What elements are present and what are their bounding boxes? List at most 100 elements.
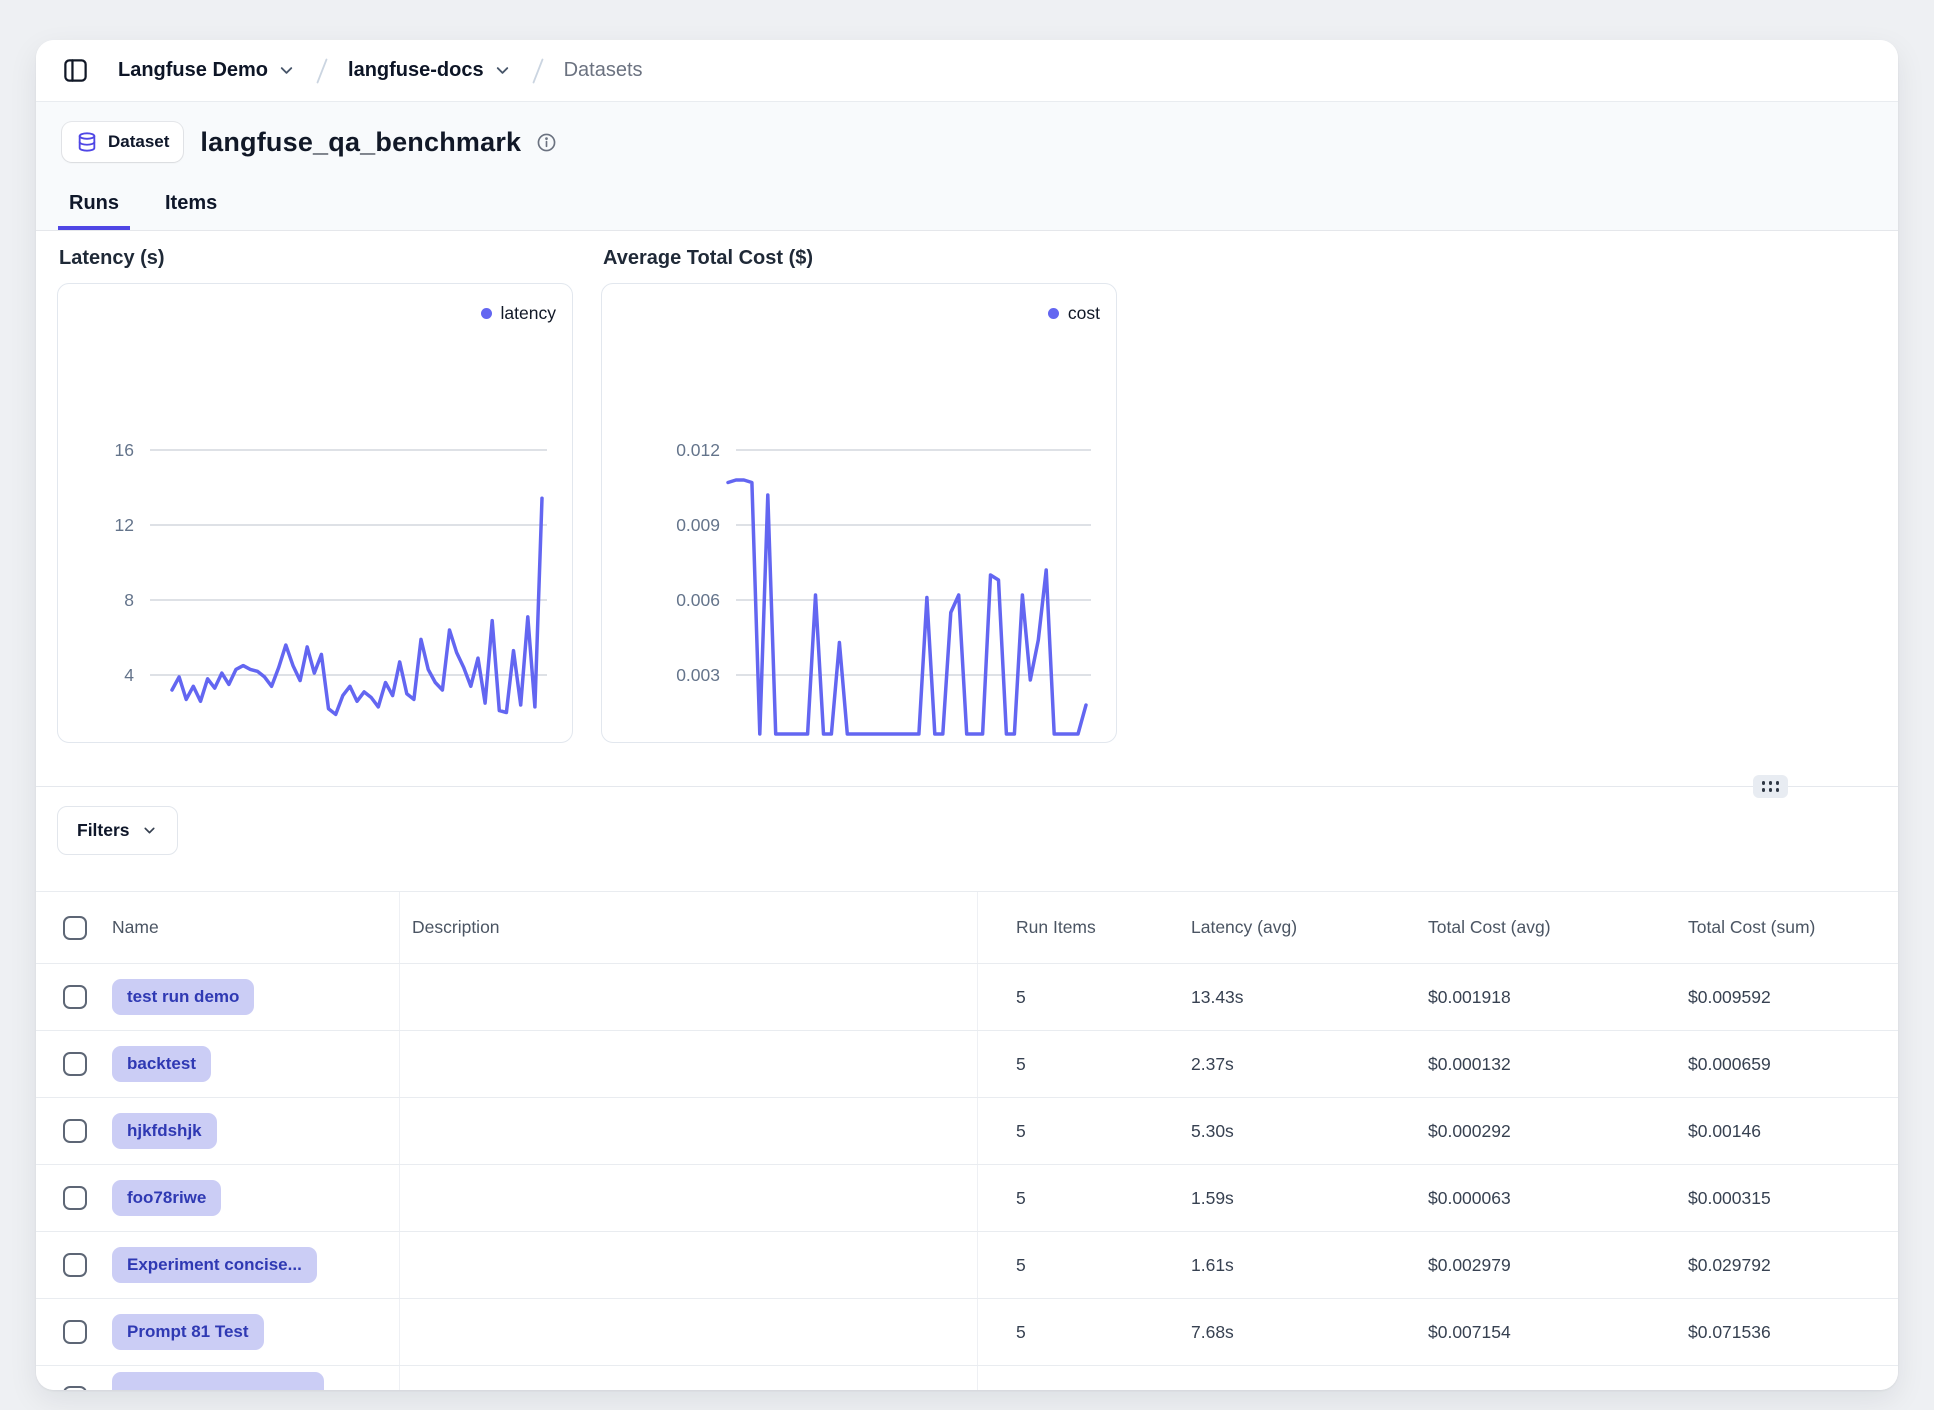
page-label: Datasets: [564, 59, 643, 82]
table-row: test run demo513.43s$0.001918$0.009592: [36, 964, 1898, 1031]
total-cost-avg-cell: $0.000292: [1390, 1098, 1660, 1164]
runs-table: Name Description Run Items Latency (avg)…: [36, 891, 1898, 1390]
row-checkbox[interactable]: [63, 1386, 87, 1390]
row-checkbox[interactable]: [63, 1320, 87, 1344]
breadcrumb-organization[interactable]: Langfuse Demo: [118, 59, 296, 82]
chevron-down-icon: [493, 61, 512, 80]
row-checkbox[interactable]: [63, 985, 87, 1009]
organization-label: Langfuse Demo: [118, 59, 268, 82]
run-items-cell: 5: [978, 1165, 1154, 1231]
filters-button[interactable]: Filters: [57, 806, 178, 855]
total-cost-sum-cell: $0.000659: [1660, 1031, 1898, 1097]
column-header-total-cost-avg: Total Cost (avg): [1390, 892, 1660, 963]
row-checkbox[interactable]: [63, 1119, 87, 1143]
total-cost-avg-cell: $0.007154: [1390, 1299, 1660, 1365]
breadcrumb: Langfuse Demo langfuse-docs Datasets: [36, 40, 1898, 102]
svg-text:16: 16: [115, 440, 134, 460]
table-row: backtest 52.37s$0.000132$0.000659: [36, 1031, 1898, 1098]
panel-left-icon: [62, 57, 89, 84]
run-name-badge[interactable]: [112, 1372, 324, 1391]
run-items-cell: 5: [978, 1098, 1154, 1164]
filters-button-label: Filters: [77, 820, 130, 841]
datasets-page-card: Langfuse Demo langfuse-docs Datasets Dat…: [36, 40, 1898, 1390]
page-title: langfuse_qa_benchmark: [200, 127, 521, 158]
legend-dot-icon: [481, 308, 492, 319]
total-cost-sum-cell: [1660, 1366, 1898, 1390]
description-cell: [399, 1232, 978, 1298]
svg-text:0.006: 0.006: [676, 590, 720, 610]
breadcrumb-page[interactable]: Datasets: [564, 59, 643, 82]
total-cost-sum-cell: $0.00146: [1660, 1098, 1898, 1164]
run-name-badge[interactable]: Prompt 81 Test: [112, 1314, 264, 1350]
title-row: Dataset langfuse_qa_benchmark: [62, 122, 1872, 162]
section-divider: [36, 786, 1898, 787]
latency-chart-card: 16 12 8 4 latency: [57, 283, 573, 743]
latency-avg-cell: [1154, 1366, 1390, 1390]
latency-avg-cell: 7.68s: [1154, 1299, 1390, 1365]
tab-items[interactable]: Items: [161, 192, 221, 230]
dataset-badge-label: Dataset: [108, 132, 169, 152]
cost-chart-card: 0.0120.0090.0060.003 cost: [601, 283, 1117, 743]
breadcrumb-separator: [311, 56, 333, 86]
svg-text:8: 8: [124, 590, 134, 610]
latency-avg-cell: 5.30s: [1154, 1098, 1390, 1164]
select-all-checkbox[interactable]: [63, 916, 87, 940]
cost-chart-title: Average Total Cost ($): [603, 247, 1117, 270]
run-name-badge[interactable]: test run demo: [112, 979, 254, 1015]
legend-label: latency: [501, 303, 556, 324]
description-cell: [399, 1165, 978, 1231]
latency-line-chart: 16 12 8 4: [58, 284, 572, 742]
cost-legend: cost: [1048, 303, 1100, 324]
sidebar-toggle-button[interactable]: [62, 57, 89, 84]
run-name-badge[interactable]: backtest: [112, 1046, 211, 1082]
column-header-total-cost-sum: Total Cost (sum): [1660, 892, 1898, 963]
breadcrumb-separator: [527, 56, 549, 86]
total-cost-avg-cell: $0.002979: [1390, 1232, 1660, 1298]
table-row: Prompt 81 Test57.68s$0.007154$0.071536: [36, 1299, 1898, 1366]
total-cost-avg-cell: $0.000132: [1390, 1031, 1660, 1097]
resize-grip-handle[interactable]: [1753, 775, 1788, 798]
table-header-row: Name Description Run Items Latency (avg)…: [36, 891, 1898, 964]
row-checkbox[interactable]: [63, 1052, 87, 1076]
table-body: test run demo513.43s$0.001918$0.009592ba…: [36, 964, 1898, 1390]
run-name-badge[interactable]: Experiment concise...: [112, 1247, 317, 1283]
column-header-name: Name: [112, 917, 159, 938]
latency-avg-cell: 1.61s: [1154, 1232, 1390, 1298]
run-items-cell: 5: [978, 1232, 1154, 1298]
svg-text:4: 4: [124, 665, 134, 685]
run-name-badge[interactable]: foo78riwe: [112, 1180, 221, 1216]
table-row-partial: [36, 1366, 1898, 1390]
svg-text:0.012: 0.012: [676, 440, 720, 460]
total-cost-sum-cell: $0.071536: [1660, 1299, 1898, 1365]
row-checkbox[interactable]: [63, 1186, 87, 1210]
description-cell: [399, 1366, 978, 1390]
project-label: langfuse-docs: [348, 59, 484, 82]
breadcrumb-project[interactable]: langfuse-docs: [348, 59, 512, 82]
total-cost-avg-cell: [1390, 1366, 1660, 1390]
latency-chart-title: Latency (s): [59, 247, 573, 270]
latency-avg-cell: 1.59s: [1154, 1165, 1390, 1231]
tab-runs[interactable]: Runs: [65, 192, 123, 230]
run-items-cell: 5: [978, 964, 1154, 1030]
row-checkbox[interactable]: [63, 1253, 87, 1277]
total-cost-avg-cell: $0.001918: [1390, 964, 1660, 1030]
run-items-cell: 5: [978, 1031, 1154, 1097]
latency-avg-cell: 13.43s: [1154, 964, 1390, 1030]
latency-avg-cell: 2.37s: [1154, 1031, 1390, 1097]
description-cell: [399, 1098, 978, 1164]
total-cost-avg-cell: $0.000063: [1390, 1165, 1660, 1231]
cost-chart-block: Average Total Cost ($) 0.0120.0090.0060.…: [601, 247, 1117, 743]
svg-text:0.009: 0.009: [676, 515, 720, 535]
legend-label: cost: [1068, 303, 1100, 324]
database-icon: [76, 131, 98, 153]
tabs: Runs Items: [62, 192, 1872, 230]
run-items-cell: [978, 1366, 1154, 1390]
svg-text:12: 12: [115, 515, 134, 535]
table-row: hjkfdshjk 55.30s$0.000292$0.00146: [36, 1098, 1898, 1165]
table-row: Experiment concise... 51.61s$0.002979$0.0…: [36, 1232, 1898, 1299]
run-name-badge[interactable]: hjkfdshjk: [112, 1113, 217, 1149]
total-cost-sum-cell: $0.029792: [1660, 1232, 1898, 1298]
legend-dot-icon: [1048, 308, 1059, 319]
cost-line-chart: 0.0120.0090.0060.003: [602, 284, 1116, 742]
info-icon[interactable]: [536, 132, 557, 153]
